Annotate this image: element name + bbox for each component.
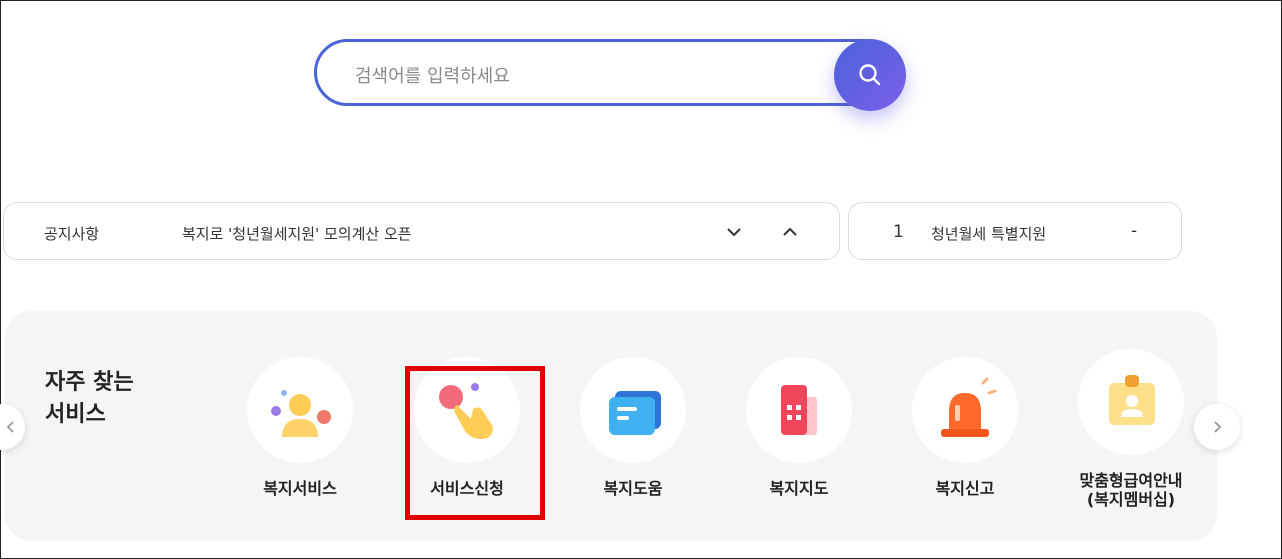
service-icon-circle xyxy=(414,357,520,463)
rank-text[interactable]: 청년월세 특별지원 xyxy=(931,223,1046,244)
chat-bubble-icon xyxy=(609,391,661,435)
search-bar xyxy=(314,39,906,111)
service-icon-circle xyxy=(1078,349,1184,455)
service-item-welfare-help[interactable]: 복지도움 xyxy=(558,311,708,541)
service-item-welfare-report[interactable]: 복지신고 xyxy=(890,311,1040,541)
chevron-down-icon xyxy=(727,228,741,237)
service-label: 복지지도 xyxy=(769,479,829,498)
id-badge-icon xyxy=(1109,375,1155,425)
hand-tap-icon xyxy=(439,383,493,439)
notice-label: 공지사항 xyxy=(44,225,100,243)
service-icon-circle xyxy=(746,357,852,463)
search-button[interactable] xyxy=(834,39,906,111)
service-label: 복지서비스 xyxy=(263,479,337,498)
carousel-next-button[interactable] xyxy=(1194,404,1240,450)
person-icon xyxy=(271,390,331,437)
service-label: 서비스신청 xyxy=(430,479,504,498)
service-item-welfare-service[interactable]: 복지서비스 xyxy=(225,311,375,541)
service-item-welfare-map[interactable]: 복지지도 xyxy=(724,311,874,541)
chevron-right-icon xyxy=(1214,421,1222,433)
search-icon xyxy=(859,64,881,86)
service-label: 복지도움 xyxy=(603,479,663,498)
page-frame: 공지사항 복지로 '청년월세지원' 모의계산 오픈 1 청년월세 특별지원 - … xyxy=(0,0,1282,559)
notice-text[interactable]: 복지로 '청년월세지원' 모의계산 오픈 xyxy=(182,223,412,244)
notice-bar: 공지사항 복지로 '청년월세지원' 모의계산 오픈 xyxy=(3,202,840,260)
services-title: 자주 찾는 서비스 xyxy=(45,370,134,427)
frequent-services-panel: 자주 찾는 서비스 복지서비스 서비스신청 복지도움 복지지도 복지신고 맞춤형… xyxy=(5,311,1217,541)
notice-next-button[interactable] xyxy=(721,219,747,245)
map-building-icon xyxy=(781,385,817,435)
siren-icon xyxy=(941,377,997,437)
service-item-customized-benefit[interactable]: 맞춤형급여안내 (복지멤버십) xyxy=(1056,311,1206,541)
search-box xyxy=(314,39,900,106)
rank-number: 1 xyxy=(893,222,904,242)
service-label: 복지신고 xyxy=(935,479,995,498)
service-label: 맞춤형급여안내 (복지멤버십) xyxy=(1079,471,1183,509)
notice-prev-button[interactable] xyxy=(777,219,803,245)
popular-ranking-bar[interactable]: 1 청년월세 특별지원 - xyxy=(848,202,1182,260)
service-icon-circle xyxy=(912,357,1018,463)
search-input[interactable] xyxy=(353,60,817,92)
chevron-up-icon xyxy=(783,227,797,236)
service-icon-circle xyxy=(580,357,686,463)
service-icon-circle xyxy=(247,357,353,463)
chevron-left-icon xyxy=(6,421,14,433)
service-item-service-apply[interactable]: 서비스신청 xyxy=(392,311,542,541)
rank-change: - xyxy=(1131,221,1138,241)
